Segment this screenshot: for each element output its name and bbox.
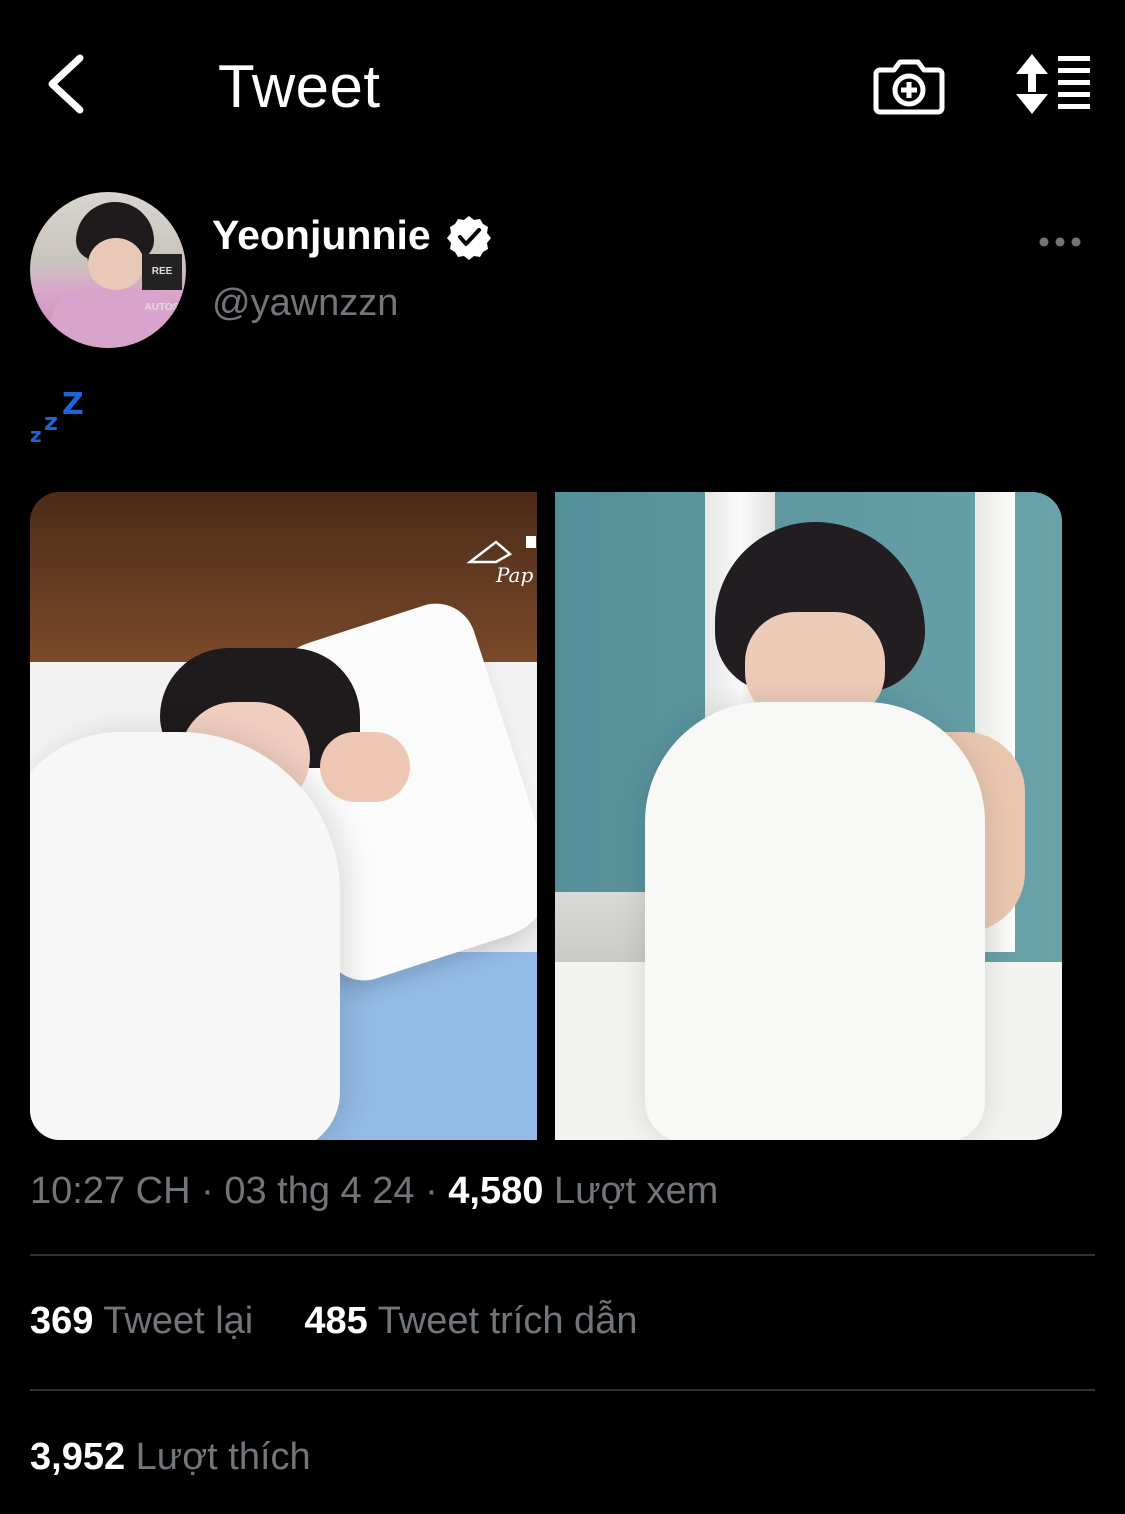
zzz-emoji-icon: z z Z — [30, 387, 84, 446]
top-bar: Tweet — [0, 0, 1125, 170]
tweet-date: 03 thg 4 24 — [224, 1170, 415, 1212]
sort-list-icon — [1016, 54, 1090, 114]
quotes-count: 485 — [304, 1300, 368, 1342]
more-options-button[interactable] — [1038, 228, 1082, 256]
retweets-count: 369 — [30, 1300, 94, 1342]
quotes-link[interactable]: 485 Tweet trích dẫn — [304, 1300, 637, 1342]
avatar-face — [88, 238, 144, 290]
user-handle[interactable]: @yawnzzn — [212, 282, 398, 325]
camera-plus-icon — [873, 59, 945, 115]
likes-count: 3,952 — [30, 1436, 126, 1478]
quotes-label: Tweet trích dẫn — [377, 1300, 638, 1342]
sort-button[interactable] — [1012, 52, 1094, 116]
watermark-text: Pap — [495, 563, 533, 587]
media-photo-2[interactable] — [555, 492, 1062, 1140]
svg-text:z: z — [30, 423, 42, 446]
retweets-link[interactable]: 369 Tweet lại — [30, 1300, 264, 1342]
photo-duvet — [30, 732, 340, 1140]
tweet-author: REE AUTOS Yeonjunnie @yawnzzn — [30, 192, 1095, 352]
divider — [30, 1254, 1095, 1256]
svg-text:Z: Z — [62, 387, 84, 422]
display-name[interactable]: Yeonjunnie — [212, 212, 431, 259]
likes-label: Lượt thích — [135, 1436, 311, 1478]
verified-badge-icon — [447, 216, 491, 260]
likes-row: 3,952 Lượt thích — [30, 1436, 311, 1479]
tweet-media-grid: Pap — [30, 492, 1062, 1140]
views-count: 4,580 — [448, 1170, 544, 1212]
divider — [30, 1389, 1095, 1391]
meta-separator: · — [201, 1170, 214, 1212]
back-button[interactable] — [36, 48, 96, 120]
svg-text:z: z — [44, 408, 58, 436]
views-label: Lượt xem — [553, 1170, 719, 1212]
chevron-left-icon — [48, 54, 84, 114]
camera-button[interactable] — [872, 54, 946, 118]
more-dots-icon — [1039, 237, 1081, 247]
watermark-logo: Pap — [466, 536, 536, 587]
photo-hand — [320, 732, 410, 802]
meta-separator: · — [425, 1170, 438, 1212]
retweets-label: Tweet lại — [103, 1300, 254, 1342]
media-photo-1[interactable]: Pap — [30, 492, 537, 1140]
tweet-time: 10:27 CH — [30, 1170, 191, 1212]
engagement-row: 369 Tweet lại 485 Tweet trích dẫn — [30, 1300, 637, 1343]
views-link[interactable]: 4,580 Lượt xem — [448, 1170, 718, 1212]
tweet-meta: 10:27 CH · 03 thg 4 24 · 4,580 Lượt xem — [30, 1170, 718, 1213]
likes-link[interactable]: 3,952 Lượt thích — [30, 1436, 311, 1478]
page-title: Tweet — [218, 53, 381, 120]
photo-duvet — [645, 702, 985, 1140]
avatar-sign: REE AUTOS — [142, 254, 182, 313]
avatar[interactable]: REE AUTOS — [30, 192, 186, 348]
